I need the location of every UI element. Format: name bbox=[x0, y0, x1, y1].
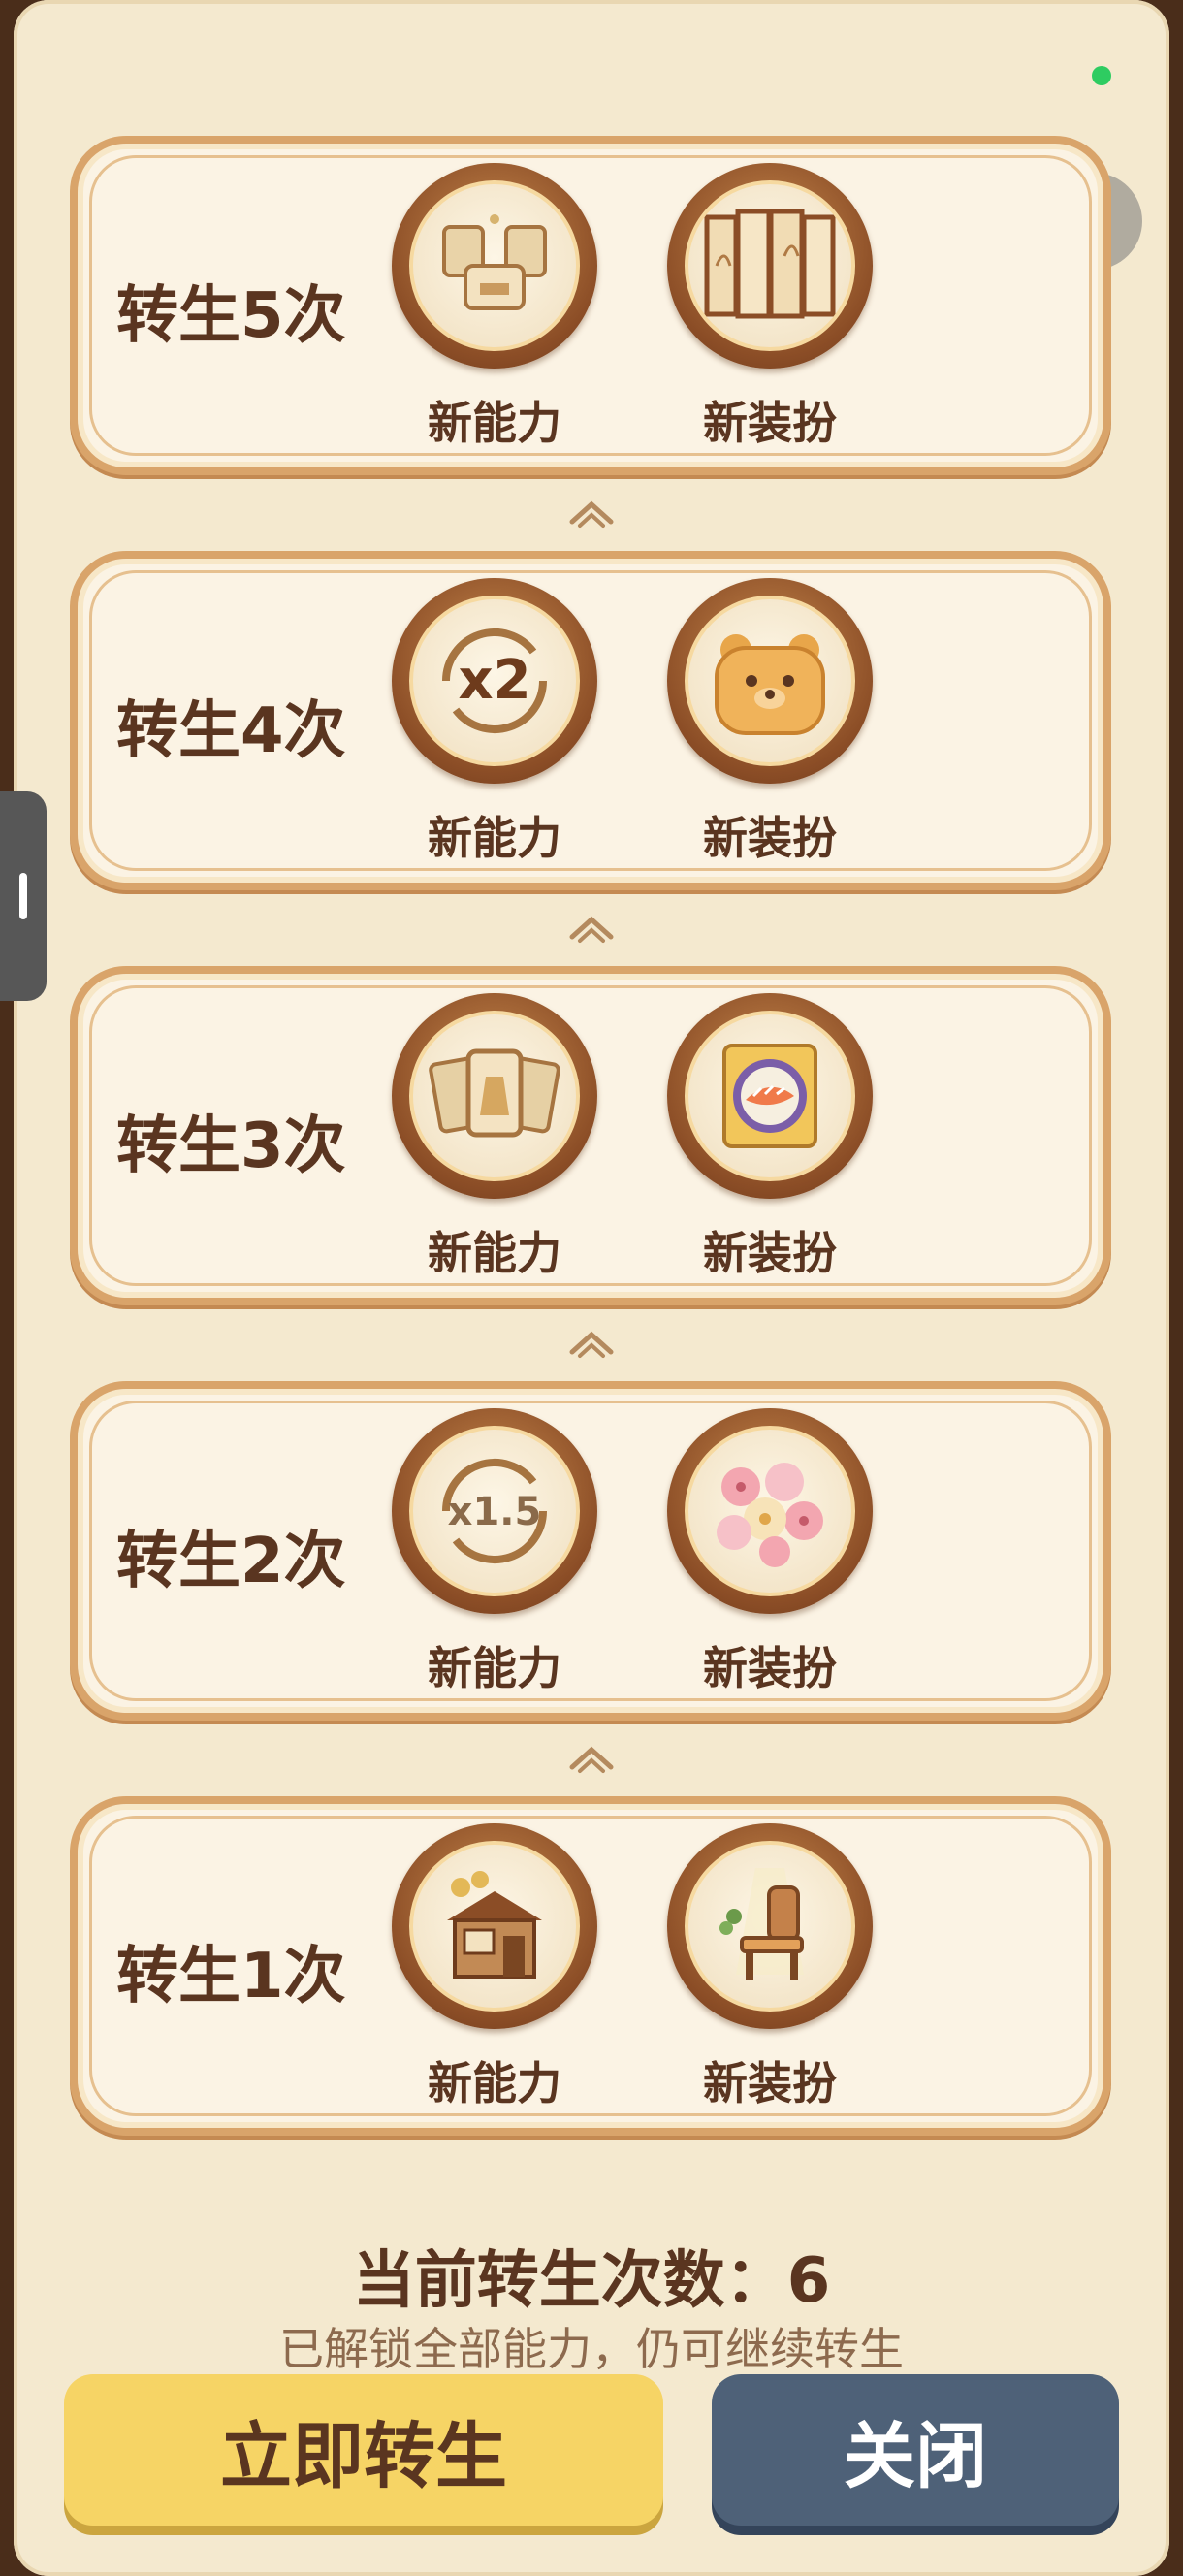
recording-indicator-dot bbox=[1092, 66, 1111, 85]
rebirth-tier-2: 转生2次 x1.5 新能力 新装扮 bbox=[70, 1381, 1111, 1721]
rebirth-tier-4: 转生4次 x2 新能力 新装扮 bbox=[70, 551, 1111, 890]
flower-bouquet-icon bbox=[685, 1426, 855, 1596]
reward-new-ability[interactable]: 新能力 bbox=[388, 993, 601, 1282]
chevron-up-icon bbox=[569, 500, 614, 528]
tier-title: 转生1次 bbox=[116, 1941, 346, 2012]
tier-title: 转生5次 bbox=[116, 280, 346, 352]
chevron-up-icon bbox=[569, 1331, 614, 1358]
reward-new-ability[interactable]: x2 新能力 bbox=[388, 578, 601, 867]
folding-screen-icon bbox=[685, 180, 855, 351]
bear-cushion-icon bbox=[685, 596, 855, 766]
shop-coins-icon bbox=[409, 1841, 580, 2012]
reward-new-outfit[interactable]: 新装扮 bbox=[663, 578, 877, 867]
rebirth-now-button[interactable]: 立即转生 bbox=[64, 2374, 663, 2526]
dress-cards-icon bbox=[409, 1011, 580, 1181]
x1.5-multiplier-icon: x1.5 bbox=[409, 1426, 580, 1596]
chevron-up-icon bbox=[569, 916, 614, 943]
reward-new-outfit[interactable]: 新装扮 bbox=[663, 1408, 877, 1697]
chevron-up-icon bbox=[569, 1746, 614, 1773]
tier-title: 转生3次 bbox=[116, 1111, 346, 1182]
svg-text:x2: x2 bbox=[458, 649, 530, 712]
reward-new-outfit[interactable]: 新装扮 bbox=[663, 163, 877, 452]
rebirth-tier-1: 转生1次 新能力 新装扮 bbox=[70, 1796, 1111, 2136]
reward-new-outfit[interactable]: 新装扮 bbox=[663, 1823, 877, 2112]
reward-new-outfit[interactable]: 新装扮 bbox=[663, 993, 877, 1282]
x2-multiplier-icon: x2 bbox=[409, 596, 580, 766]
svg-text:x1.5: x1.5 bbox=[448, 1490, 542, 1534]
close-button[interactable]: 关闭 bbox=[712, 2374, 1119, 2526]
unlock-status-note: 已解锁全部能力，仍可继续转生 bbox=[279, 2323, 904, 2375]
current-rebirth-count: 当前转生次数：6 bbox=[352, 2245, 831, 2317]
reward-new-ability[interactable]: 新能力 bbox=[388, 1823, 601, 2112]
side-drawer-handle[interactable] bbox=[0, 791, 47, 1001]
tier-title: 转生4次 bbox=[116, 695, 346, 767]
reward-new-ability[interactable]: 新能力 bbox=[388, 163, 601, 452]
reward-new-ability[interactable]: x1.5 新能力 bbox=[388, 1408, 601, 1697]
rebirth-tier-3: 转生3次 新能力 新装扮 bbox=[70, 966, 1111, 1305]
rebirth-tier-5: 转生5次 新能力 新装扮 bbox=[70, 136, 1111, 475]
outfit-cards-icon bbox=[409, 180, 580, 351]
wooden-chair-icon bbox=[685, 1841, 855, 2012]
salmon-sushi-plate-icon bbox=[685, 1011, 855, 1181]
tier-title: 转生2次 bbox=[116, 1526, 346, 1597]
